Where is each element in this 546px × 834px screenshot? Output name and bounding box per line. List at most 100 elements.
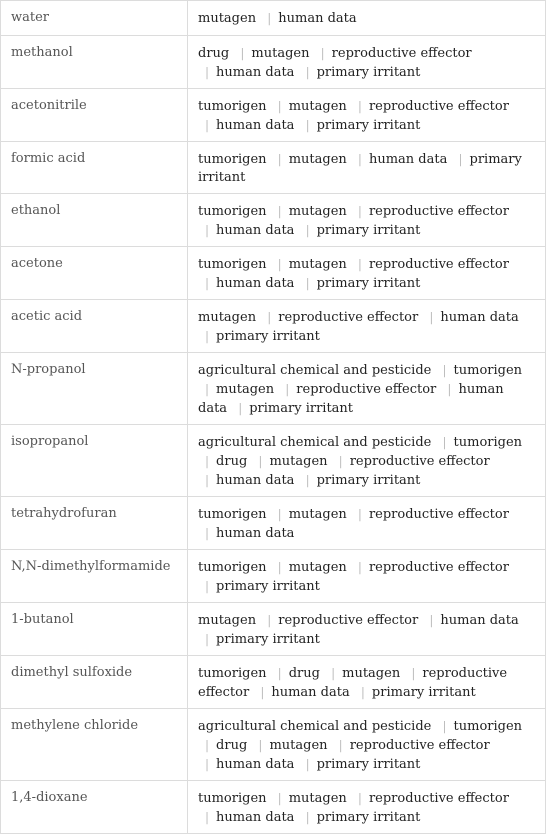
property-tag: human data — [216, 223, 295, 238]
substance-properties: tumorigen | mutagen | human data | primary … — [187, 141, 546, 194]
property-tag: primary irritant — [316, 65, 421, 80]
table-row: 1,4-dioxane tumorigen | mutagen | reproduct… — [0, 780, 546, 834]
separator: | — [320, 46, 325, 60]
property-tag: mutagen — [198, 613, 257, 628]
substance-name: ethanol — [0, 193, 188, 247]
property-tag: mutagen — [288, 152, 347, 167]
property-tag: agricultural chemical and pesticide — [198, 363, 432, 378]
property-tag: mutagen — [251, 46, 310, 61]
separator: | — [240, 46, 245, 60]
property-tag: mutagen — [269, 738, 328, 753]
property-tag: human data — [368, 152, 448, 167]
separator: | — [205, 65, 210, 79]
property-tag: tumorigen — [198, 560, 267, 575]
property-tag: reproductive effector — [368, 560, 509, 575]
separator: | — [205, 329, 210, 343]
substance-properties: tumorigen | mutagen | reproductive effecto… — [187, 88, 546, 142]
separator: | — [360, 685, 365, 699]
table-row: methanol drug | mutagen | reproductive effe… — [0, 35, 546, 89]
table-body: water mutagen | human data methanol drug | m… — [0, 0, 546, 834]
substance-properties: mutagen | human data — [187, 0, 546, 36]
property-tag: mutagen — [342, 666, 401, 681]
substance-name: acetone — [0, 246, 188, 300]
table-row: dimethyl sulfoxide tumorigen | drug | mutag… — [0, 655, 546, 709]
separator: | — [205, 632, 210, 646]
property-tag: tumorigen — [198, 791, 267, 806]
separator: | — [285, 382, 290, 396]
property-tag: tumorigen — [453, 435, 523, 450]
table-row: N-propanol agricultural chemical and pest… — [0, 352, 546, 425]
separator: | — [205, 526, 210, 540]
separator: | — [267, 613, 272, 627]
property-tag: reproductive effector — [296, 382, 437, 397]
property-tag: primary irritant — [316, 223, 421, 238]
separator: | — [260, 685, 265, 699]
substance-properties: tumorigen | mutagen | reproductive effecto… — [187, 193, 546, 247]
separator: | — [267, 310, 272, 324]
separator: | — [277, 152, 282, 166]
separator: | — [447, 382, 452, 396]
property-tag: primary irritant — [316, 118, 421, 133]
separator: | — [277, 560, 282, 574]
property-tag: mutagen — [269, 454, 328, 469]
separator: | — [411, 666, 416, 680]
separator: | — [238, 401, 243, 415]
property-tag: drug — [216, 738, 248, 753]
property-tag: tumorigen — [453, 363, 523, 378]
separator: | — [442, 363, 447, 377]
table-row: water mutagen | human data — [0, 0, 546, 36]
property-tag: mutagen — [288, 507, 347, 522]
separator: | — [305, 473, 310, 487]
separator: | — [305, 118, 310, 132]
property-tag: reproductive effector — [278, 613, 419, 628]
substance-name: dimethyl sulfoxide — [0, 655, 188, 709]
separator: | — [331, 666, 336, 680]
substance-properties: tumorigen | mutagen | reproductive effecto… — [187, 549, 546, 603]
property-tag: primary irritant — [249, 401, 354, 416]
separator: | — [442, 435, 447, 449]
separator: | — [277, 791, 282, 805]
property-tag: human data — [216, 118, 295, 133]
substance-properties: agricultural chemical and pesticide | tum… — [187, 352, 546, 425]
table-row: acetonitrile tumorigen | mutagen | reproduc… — [0, 88, 546, 142]
property-tag: primary irritant — [216, 579, 320, 594]
separator: | — [258, 454, 263, 468]
separator: | — [458, 152, 463, 166]
property-tag: human data — [216, 526, 295, 541]
substance-properties: mutagen | reproductive effector | human da… — [187, 299, 546, 353]
separator: | — [205, 118, 210, 132]
property-tag: drug — [198, 46, 230, 61]
property-tag: mutagen — [288, 204, 347, 219]
property-tag: mutagen — [198, 310, 257, 325]
property-tag: tumorigen — [198, 257, 267, 272]
separator: | — [205, 757, 210, 771]
separator: | — [442, 719, 447, 733]
property-tag: reproductive effector — [349, 738, 490, 753]
separator: | — [305, 223, 310, 237]
separator: | — [277, 204, 282, 218]
property-tag: tumorigen — [198, 507, 267, 522]
separator: | — [258, 738, 263, 752]
property-tag: primary irritant — [316, 276, 421, 291]
separator: | — [357, 204, 362, 218]
substance-properties: agricultural chemical and pesticide | tum… — [187, 708, 546, 781]
separator: | — [205, 382, 210, 396]
property-tag: reproductive effector — [368, 99, 509, 114]
separator: | — [205, 223, 210, 237]
property-tag: reproductive effector — [331, 46, 472, 61]
property-tag: mutagen — [288, 99, 347, 114]
property-tag: reproductive effector — [368, 507, 509, 522]
separator: | — [338, 454, 343, 468]
substance-name: acetic acid — [0, 299, 188, 353]
property-tag: primary irritant — [316, 810, 421, 825]
property-tag: tumorigen — [198, 99, 267, 114]
separator: | — [429, 613, 434, 627]
separator: | — [277, 507, 282, 521]
property-tag: primary irritant — [316, 473, 421, 488]
property-tag: drug — [216, 454, 248, 469]
property-tag: human data — [216, 473, 295, 488]
separator: | — [357, 257, 362, 271]
property-tag: tumorigen — [198, 204, 267, 219]
substance-name: N,N-dimethylformamide — [0, 549, 188, 603]
table-row: N,N-dimethylformamide tumorigen | mutagen … — [0, 549, 546, 603]
